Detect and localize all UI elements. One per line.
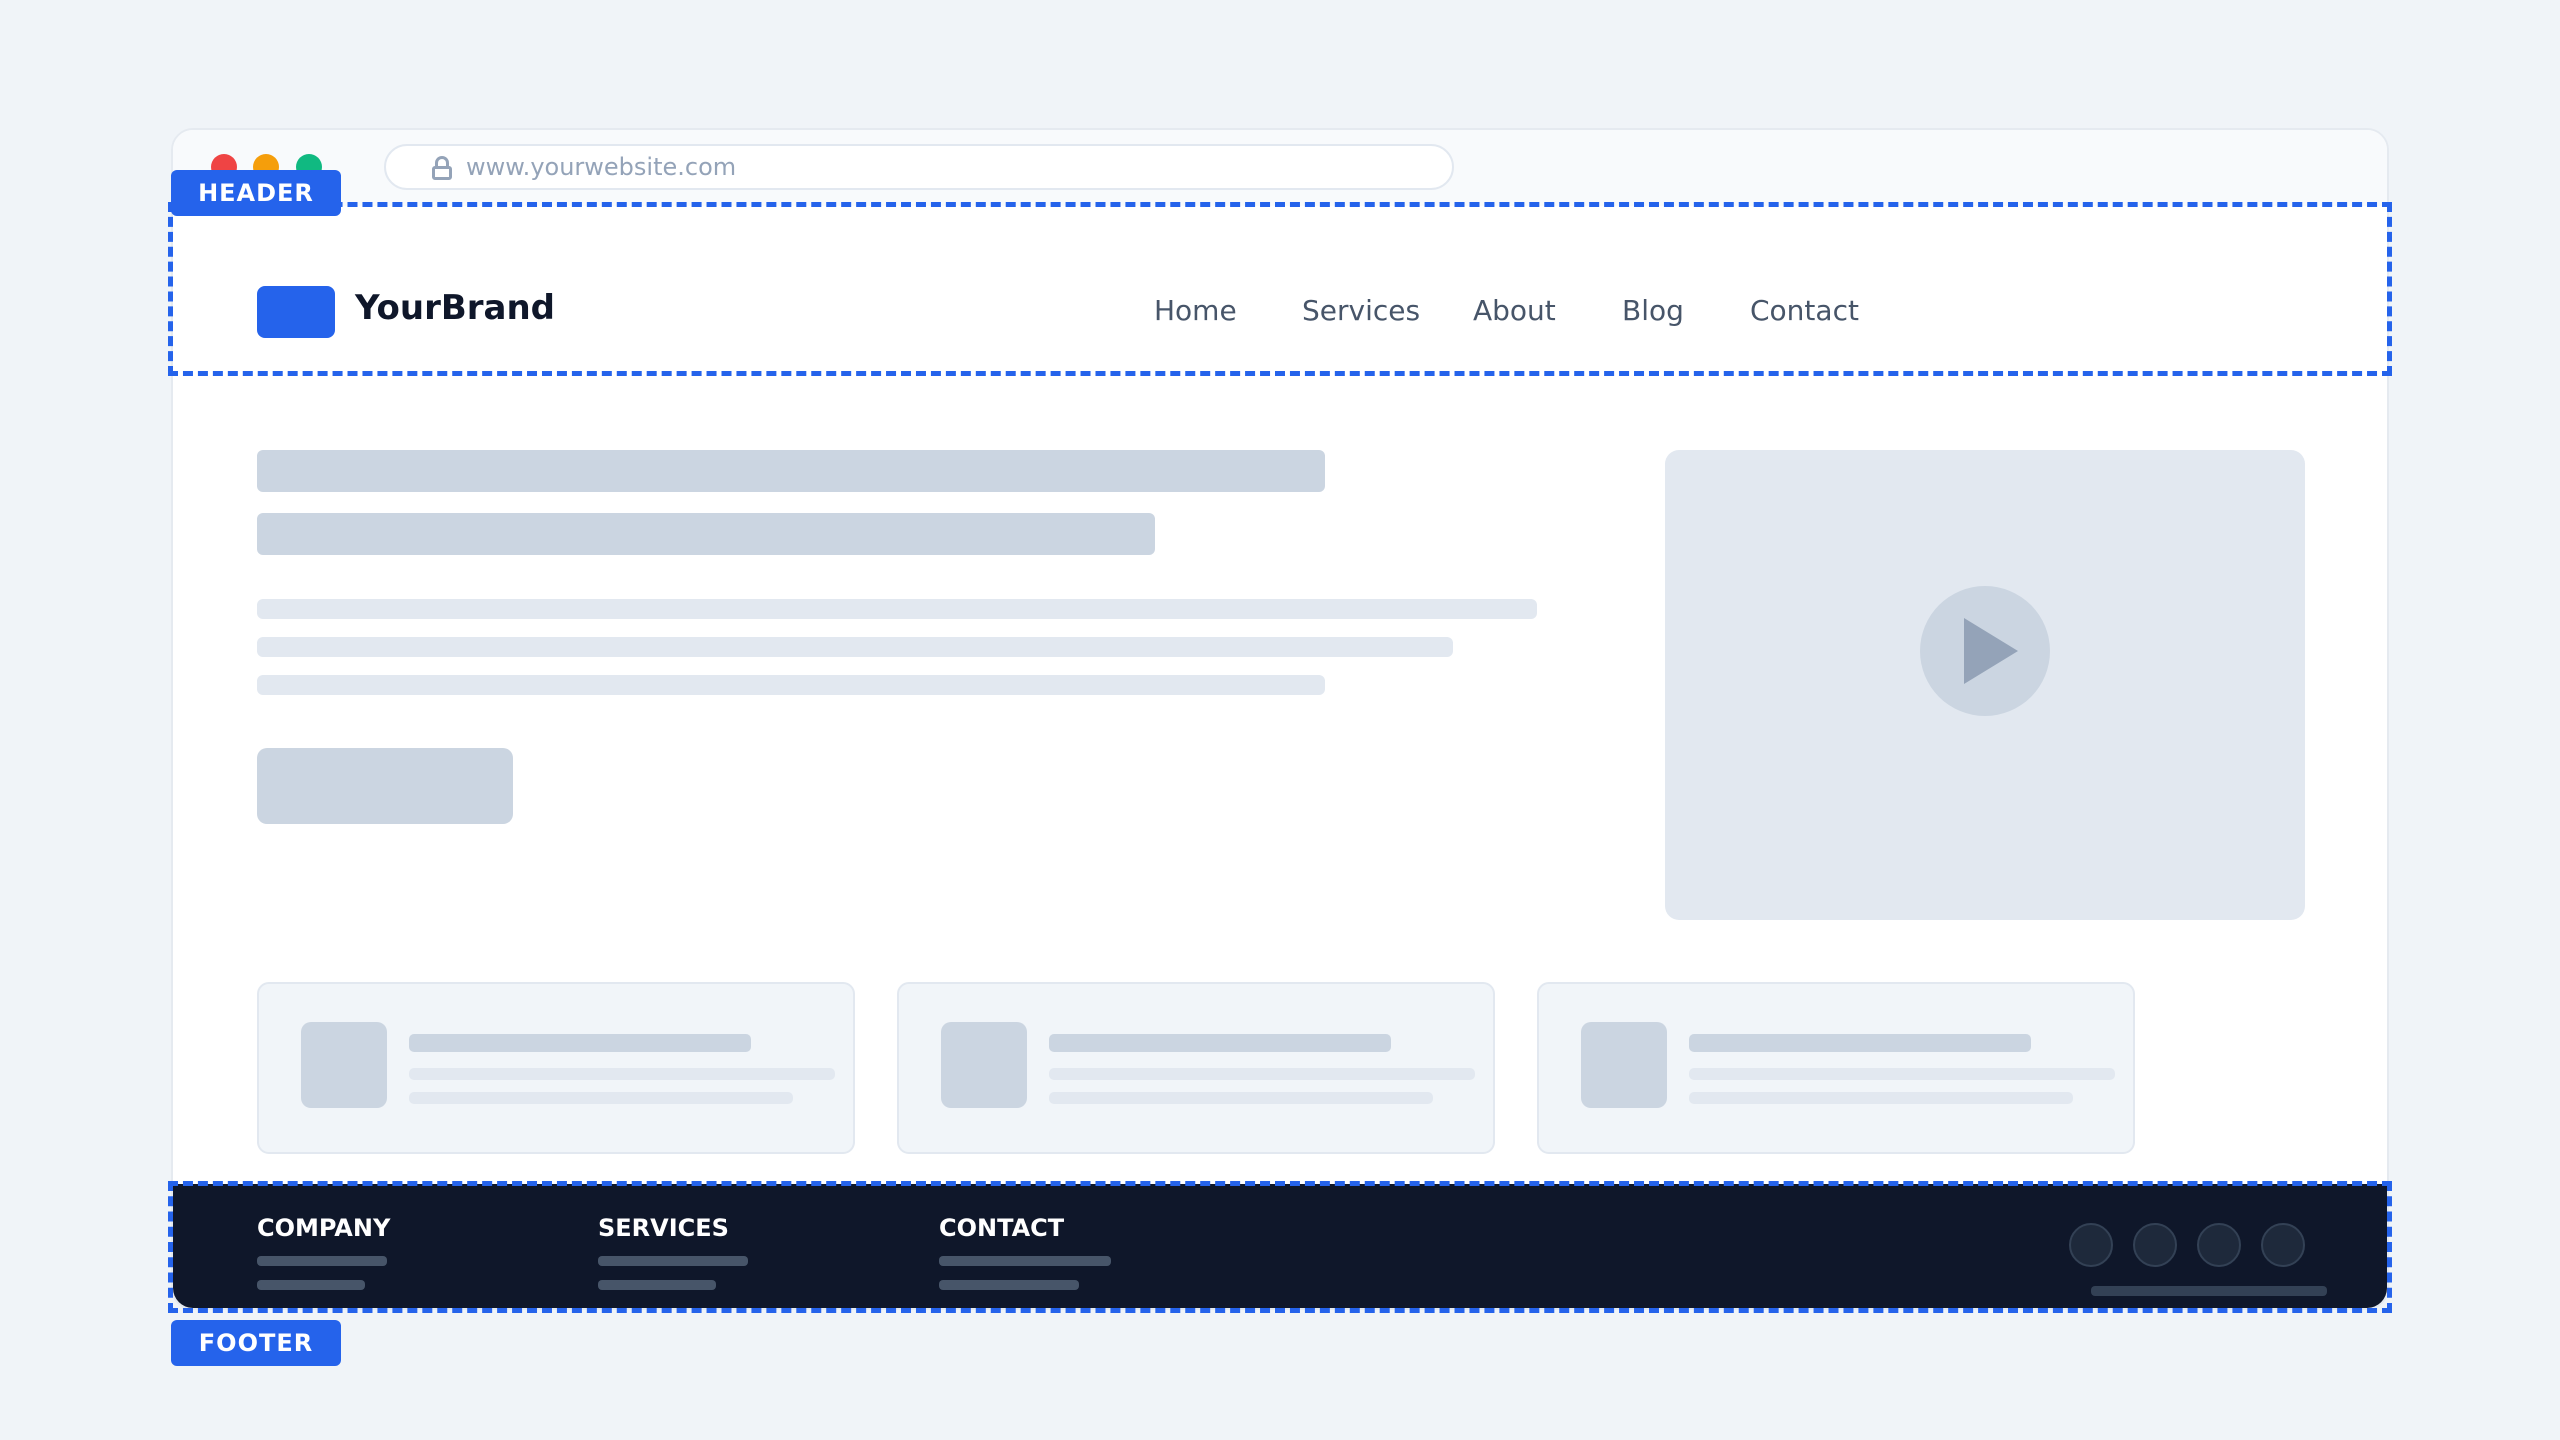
- hero-button-placeholder[interactable]: [257, 748, 513, 824]
- card-thumbnail: [301, 1022, 387, 1108]
- browser-chrome: www.yourwebsite.com: [173, 130, 2387, 206]
- diagram-canvas: www.yourwebsite.com YourBrand Home Servi…: [0, 0, 2560, 1440]
- hero-text-line: [257, 675, 1325, 695]
- feature-card[interactable]: [257, 982, 855, 1154]
- play-button[interactable]: [1920, 586, 2050, 716]
- card-thumbnail: [1581, 1022, 1667, 1108]
- video-placeholder[interactable]: [1665, 450, 2305, 920]
- footer-label: FOOTER: [171, 1320, 341, 1366]
- hero-text-line: [257, 599, 1537, 619]
- feature-card[interactable]: [897, 982, 1495, 1154]
- feature-card[interactable]: [1537, 982, 2135, 1154]
- url-text: www.yourwebsite.com: [466, 153, 737, 181]
- card-title-placeholder: [1049, 1034, 1391, 1052]
- hero-title-placeholder: [257, 450, 1325, 492]
- hero-text-line: [257, 637, 1453, 657]
- card-thumbnail: [941, 1022, 1027, 1108]
- lock-icon: [432, 156, 452, 180]
- card-title-placeholder: [1689, 1034, 2031, 1052]
- card-text-line: [1689, 1068, 2115, 1080]
- card-text-line: [409, 1068, 835, 1080]
- play-icon: [1964, 618, 2018, 684]
- card-text-line: [1689, 1092, 2073, 1104]
- card-title-placeholder: [409, 1034, 751, 1052]
- header-label: HEADER: [171, 170, 341, 216]
- hero-subtitle-placeholder: [257, 513, 1155, 555]
- address-bar[interactable]: www.yourwebsite.com: [384, 144, 1454, 190]
- card-text-line: [409, 1092, 793, 1104]
- header-zone-outline: [168, 202, 2392, 376]
- card-text-line: [1049, 1068, 1475, 1080]
- footer-zone-outline: [168, 1181, 2392, 1313]
- card-text-line: [1049, 1092, 1433, 1104]
